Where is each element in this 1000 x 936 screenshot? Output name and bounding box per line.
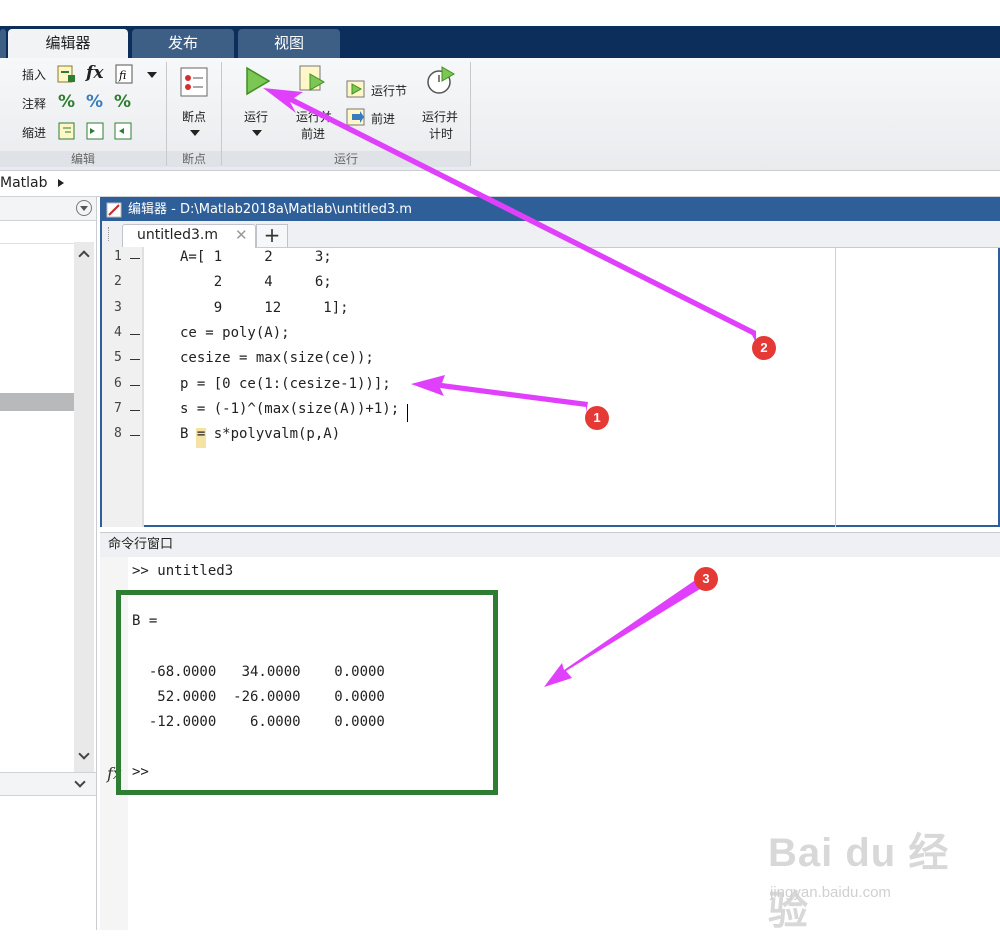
line-number: 5 xyxy=(114,350,122,366)
editor-titlebar: 编辑器 - D:\Matlab2018a\Matlab\untitled3.m xyxy=(102,199,1000,221)
run-advance-label-line2[interactable]: 前进 xyxy=(301,125,325,142)
selected-file-row[interactable] xyxy=(0,393,74,411)
run-section-label[interactable]: 运行节 xyxy=(371,82,407,99)
code-line[interactable]: ce = poly(A); xyxy=(180,325,290,341)
details-chevron-down-icon[interactable] xyxy=(74,776,86,788)
code-line[interactable]: p = [0 ce(1:(cesize-1))]; xyxy=(180,376,391,392)
path-chevron-right-icon[interactable] xyxy=(58,179,64,187)
annotation-badge-3: 3 xyxy=(694,567,718,591)
insert-function-icon[interactable]: fx xyxy=(86,63,103,83)
result-highlight-box xyxy=(116,590,498,795)
code-line[interactable]: B = s*polyvalm(p,A) xyxy=(180,426,340,442)
line-number: 4 xyxy=(114,324,122,340)
watermark-brand: Bai du 经验 xyxy=(768,831,950,933)
run-play-icon[interactable] xyxy=(244,66,272,100)
text-cursor xyxy=(407,404,408,422)
details-panel-header[interactable] xyxy=(0,772,96,796)
insert-section-icon[interactable] xyxy=(56,64,76,88)
code-line[interactable]: s = (-1)^(max(size(A))+1); xyxy=(180,401,399,417)
breakpoint-marker[interactable] xyxy=(130,333,140,335)
breakpoint-marker[interactable] xyxy=(130,409,140,411)
code-line[interactable]: 2 4 6; xyxy=(180,274,332,290)
annotation-badge-2: 2 xyxy=(752,336,776,360)
gutter-border xyxy=(142,247,144,527)
line-number: 6 xyxy=(114,375,122,391)
code-line[interactable]: cesize = max(size(ce)); xyxy=(180,350,374,366)
scroll-up-icon[interactable] xyxy=(78,250,90,262)
line-number: 2 xyxy=(114,274,122,290)
breakpoint-marker[interactable] xyxy=(130,359,140,361)
editor-title-text: 编辑器 - D:\Matlab2018a\Matlab\untitled3.m xyxy=(128,202,412,217)
left-panel-scrollbar[interactable] xyxy=(74,242,94,772)
run-and-time-icon[interactable] xyxy=(426,64,456,100)
left-panel-header xyxy=(0,197,96,221)
run-section-icon[interactable] xyxy=(346,80,366,102)
command-window-title: 命令行窗口 xyxy=(108,537,174,552)
breakpoint-marker[interactable] xyxy=(130,384,140,386)
current-folder-path[interactable]: Matlab xyxy=(0,175,48,191)
breakpoint-chevron-icon[interactable] xyxy=(190,130,200,136)
current-folder-panel xyxy=(0,197,97,930)
scroll-down-icon[interactable] xyxy=(78,748,90,760)
indent-label[interactable]: 缩进 xyxy=(22,124,46,141)
file-tab-label[interactable]: untitled3.m xyxy=(137,227,218,243)
insert-function-file-icon[interactable]: fi xyxy=(114,64,136,88)
run-time-label[interactable]: 运行并 xyxy=(422,108,458,125)
close-tab-icon[interactable]: ✕ xyxy=(235,226,248,244)
ribbon-tab-bar: 编辑器 发布 视图 xyxy=(0,26,1000,58)
line-number: 7 xyxy=(114,400,122,416)
watermark-url: jingyan.baidu.com xyxy=(770,884,891,901)
panel-divider-line xyxy=(0,243,74,244)
tab-home-stub[interactable] xyxy=(0,29,6,58)
comment-label[interactable]: 注释 xyxy=(22,95,46,112)
tab-grip-icon xyxy=(108,227,111,241)
breakpoint-marker[interactable] xyxy=(130,258,140,259)
editor-tab-strip: untitled3.m ✕ + xyxy=(102,221,1000,248)
uncomment-percent-icon[interactable]: % xyxy=(86,92,103,112)
decrease-indent-icon[interactable] xyxy=(114,122,134,144)
tab-publish[interactable]: 发布 xyxy=(132,29,234,58)
smart-indent-icon[interactable] xyxy=(58,122,76,144)
baidu-watermark: Bai du 经验 jingyan.baidu.com xyxy=(760,820,990,933)
annotation-badge-1: 1 xyxy=(585,406,609,430)
line-number: 1 xyxy=(114,249,122,264)
add-tab-button[interactable]: + xyxy=(256,224,288,247)
code-line[interactable]: A=[ 1 2 3; xyxy=(180,249,332,265)
run-group-label: 运行 xyxy=(222,151,470,167)
file-tab-untitled3[interactable]: untitled3.m ✕ xyxy=(122,224,256,248)
command-window-header: 命令行窗口 xyxy=(100,532,1000,558)
breakpoint-icon[interactable] xyxy=(178,66,210,102)
editor-window: 编辑器 - D:\Matlab2018a\Matlab\untitled3.m … xyxy=(100,197,1000,527)
svg-text:fi: fi xyxy=(118,69,126,82)
command-prompt-line: >> untitled3 xyxy=(132,563,234,579)
run-chevron-icon[interactable] xyxy=(252,130,262,136)
tab-view[interactable]: 视图 xyxy=(238,29,340,58)
advance-icon[interactable] xyxy=(346,108,366,130)
run-label[interactable]: 运行 xyxy=(244,108,268,125)
wrap-comment-icon[interactable]: % xyxy=(114,92,131,112)
top-blank-area xyxy=(0,0,1000,26)
ribbon-toolbar: 插入 fx fi 注释 % % % 缩进 编辑 断点 断点 运行 运行并 前进 … xyxy=(0,58,1000,171)
breakpoint-label[interactable]: 断点 xyxy=(182,108,206,125)
code-line[interactable]: 9 12 1]; xyxy=(180,300,349,316)
insert-label[interactable]: 插入 xyxy=(22,66,46,83)
run-advance-label[interactable]: 运行并 xyxy=(296,108,332,125)
increase-indent-icon[interactable] xyxy=(86,122,106,144)
tab-editor[interactable]: 编辑器 xyxy=(8,29,128,58)
group-separator xyxy=(470,62,471,166)
comment-percent-icon[interactable]: % xyxy=(58,92,75,112)
run-time-label-line2[interactable]: 计时 xyxy=(429,125,453,142)
right-text-margin xyxy=(835,247,836,527)
insert-more-chevron-icon[interactable] xyxy=(147,72,157,78)
breakpoint-marker[interactable] xyxy=(130,435,140,437)
panel-options-chevron-icon[interactable] xyxy=(80,206,88,211)
address-bar: Matlab xyxy=(0,171,1000,197)
run-and-advance-icon[interactable] xyxy=(298,64,328,100)
breakpoint-group-label: 断点 xyxy=(167,151,221,167)
line-number: 8 xyxy=(114,426,122,442)
advance-label[interactable]: 前进 xyxy=(371,110,395,127)
line-number: 3 xyxy=(114,299,122,315)
edit-group-label: 编辑 xyxy=(0,151,166,167)
